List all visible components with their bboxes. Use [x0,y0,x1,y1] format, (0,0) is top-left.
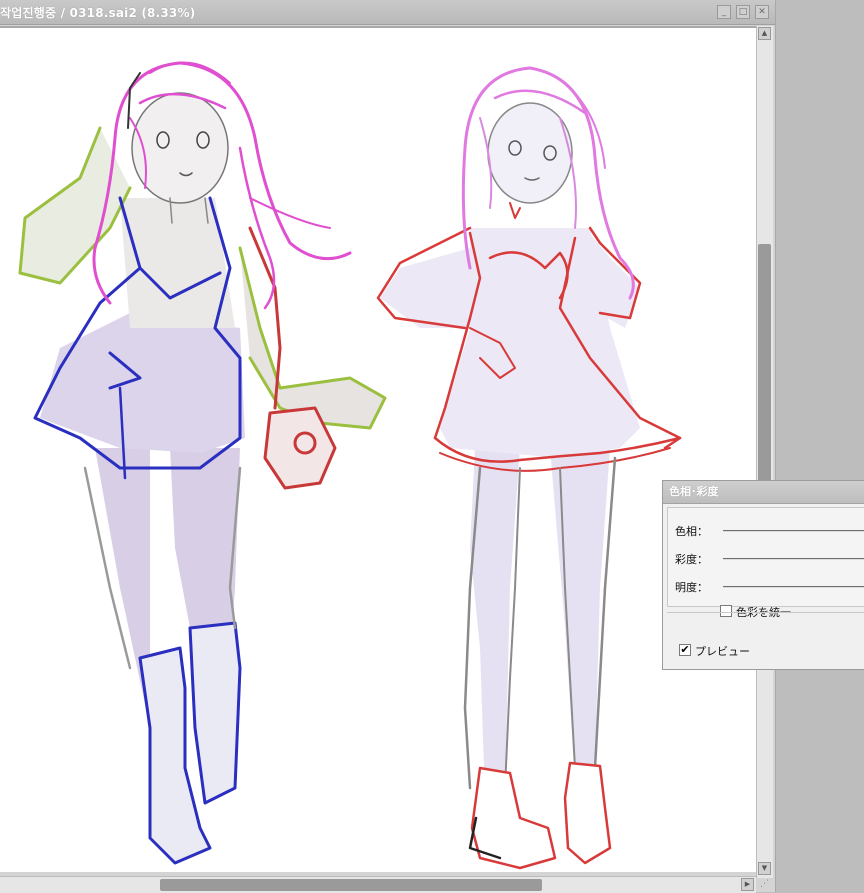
document-window: 작업진행중 / 0318.sai2 (8.33%) _ □ ✕ ▲ ▼ ▶ ⋰ [0,0,776,893]
saturation-label: 彩度： [675,553,708,566]
hue-label: 色相： [675,525,708,538]
horizontal-scroll-thumb[interactable] [160,879,542,891]
saturation-slider[interactable] [723,558,864,560]
minimize-button[interactable]: _ [717,5,731,19]
drawing-canvas[interactable] [0,26,756,872]
hue-slider[interactable] [723,530,864,532]
window-title: 작업진행중 / 0318.sai2 (8.33%) [0,6,196,20]
close-button[interactable]: ✕ [755,5,769,19]
hue-saturation-dialog: 色相･彩度 色相： 彩度： 明度： 色彩を統一 ✔ プレビュー [662,480,864,670]
dialog-divider [667,612,864,613]
preview-checkbox[interactable]: ✔ [679,644,691,656]
dialog-title[interactable]: 色相･彩度 [663,481,864,504]
scroll-down-button[interactable]: ▼ [758,862,771,875]
vertical-scrollbar[interactable]: ▲ ▼ [756,26,773,878]
scroll-up-button[interactable]: ▲ [758,27,771,40]
sketch-artwork [18,61,682,870]
brightness-slider[interactable] [723,586,864,588]
unify-color-checkbox[interactable] [720,605,732,617]
resize-grip-icon[interactable]: ⋰ [760,878,772,890]
brightness-slider-row: 明度： [675,579,864,595]
left-character-sketch [18,61,387,865]
brightness-label: 明度： [675,581,708,594]
title-bar[interactable]: 작업진행중 / 0318.sai2 (8.33%) _ □ ✕ [0,0,775,25]
vertical-scroll-thumb[interactable] [758,244,771,504]
preview-label: プレビュー [695,645,750,658]
hue-slider-row: 色相： [675,523,864,539]
maximize-button[interactable]: □ [736,5,750,19]
scroll-right-button[interactable]: ▶ [741,878,754,891]
saturation-slider-row: 彩度： [675,551,864,567]
right-character-sketch [376,66,682,870]
horizontal-scrollbar[interactable]: ▶ [0,876,756,893]
